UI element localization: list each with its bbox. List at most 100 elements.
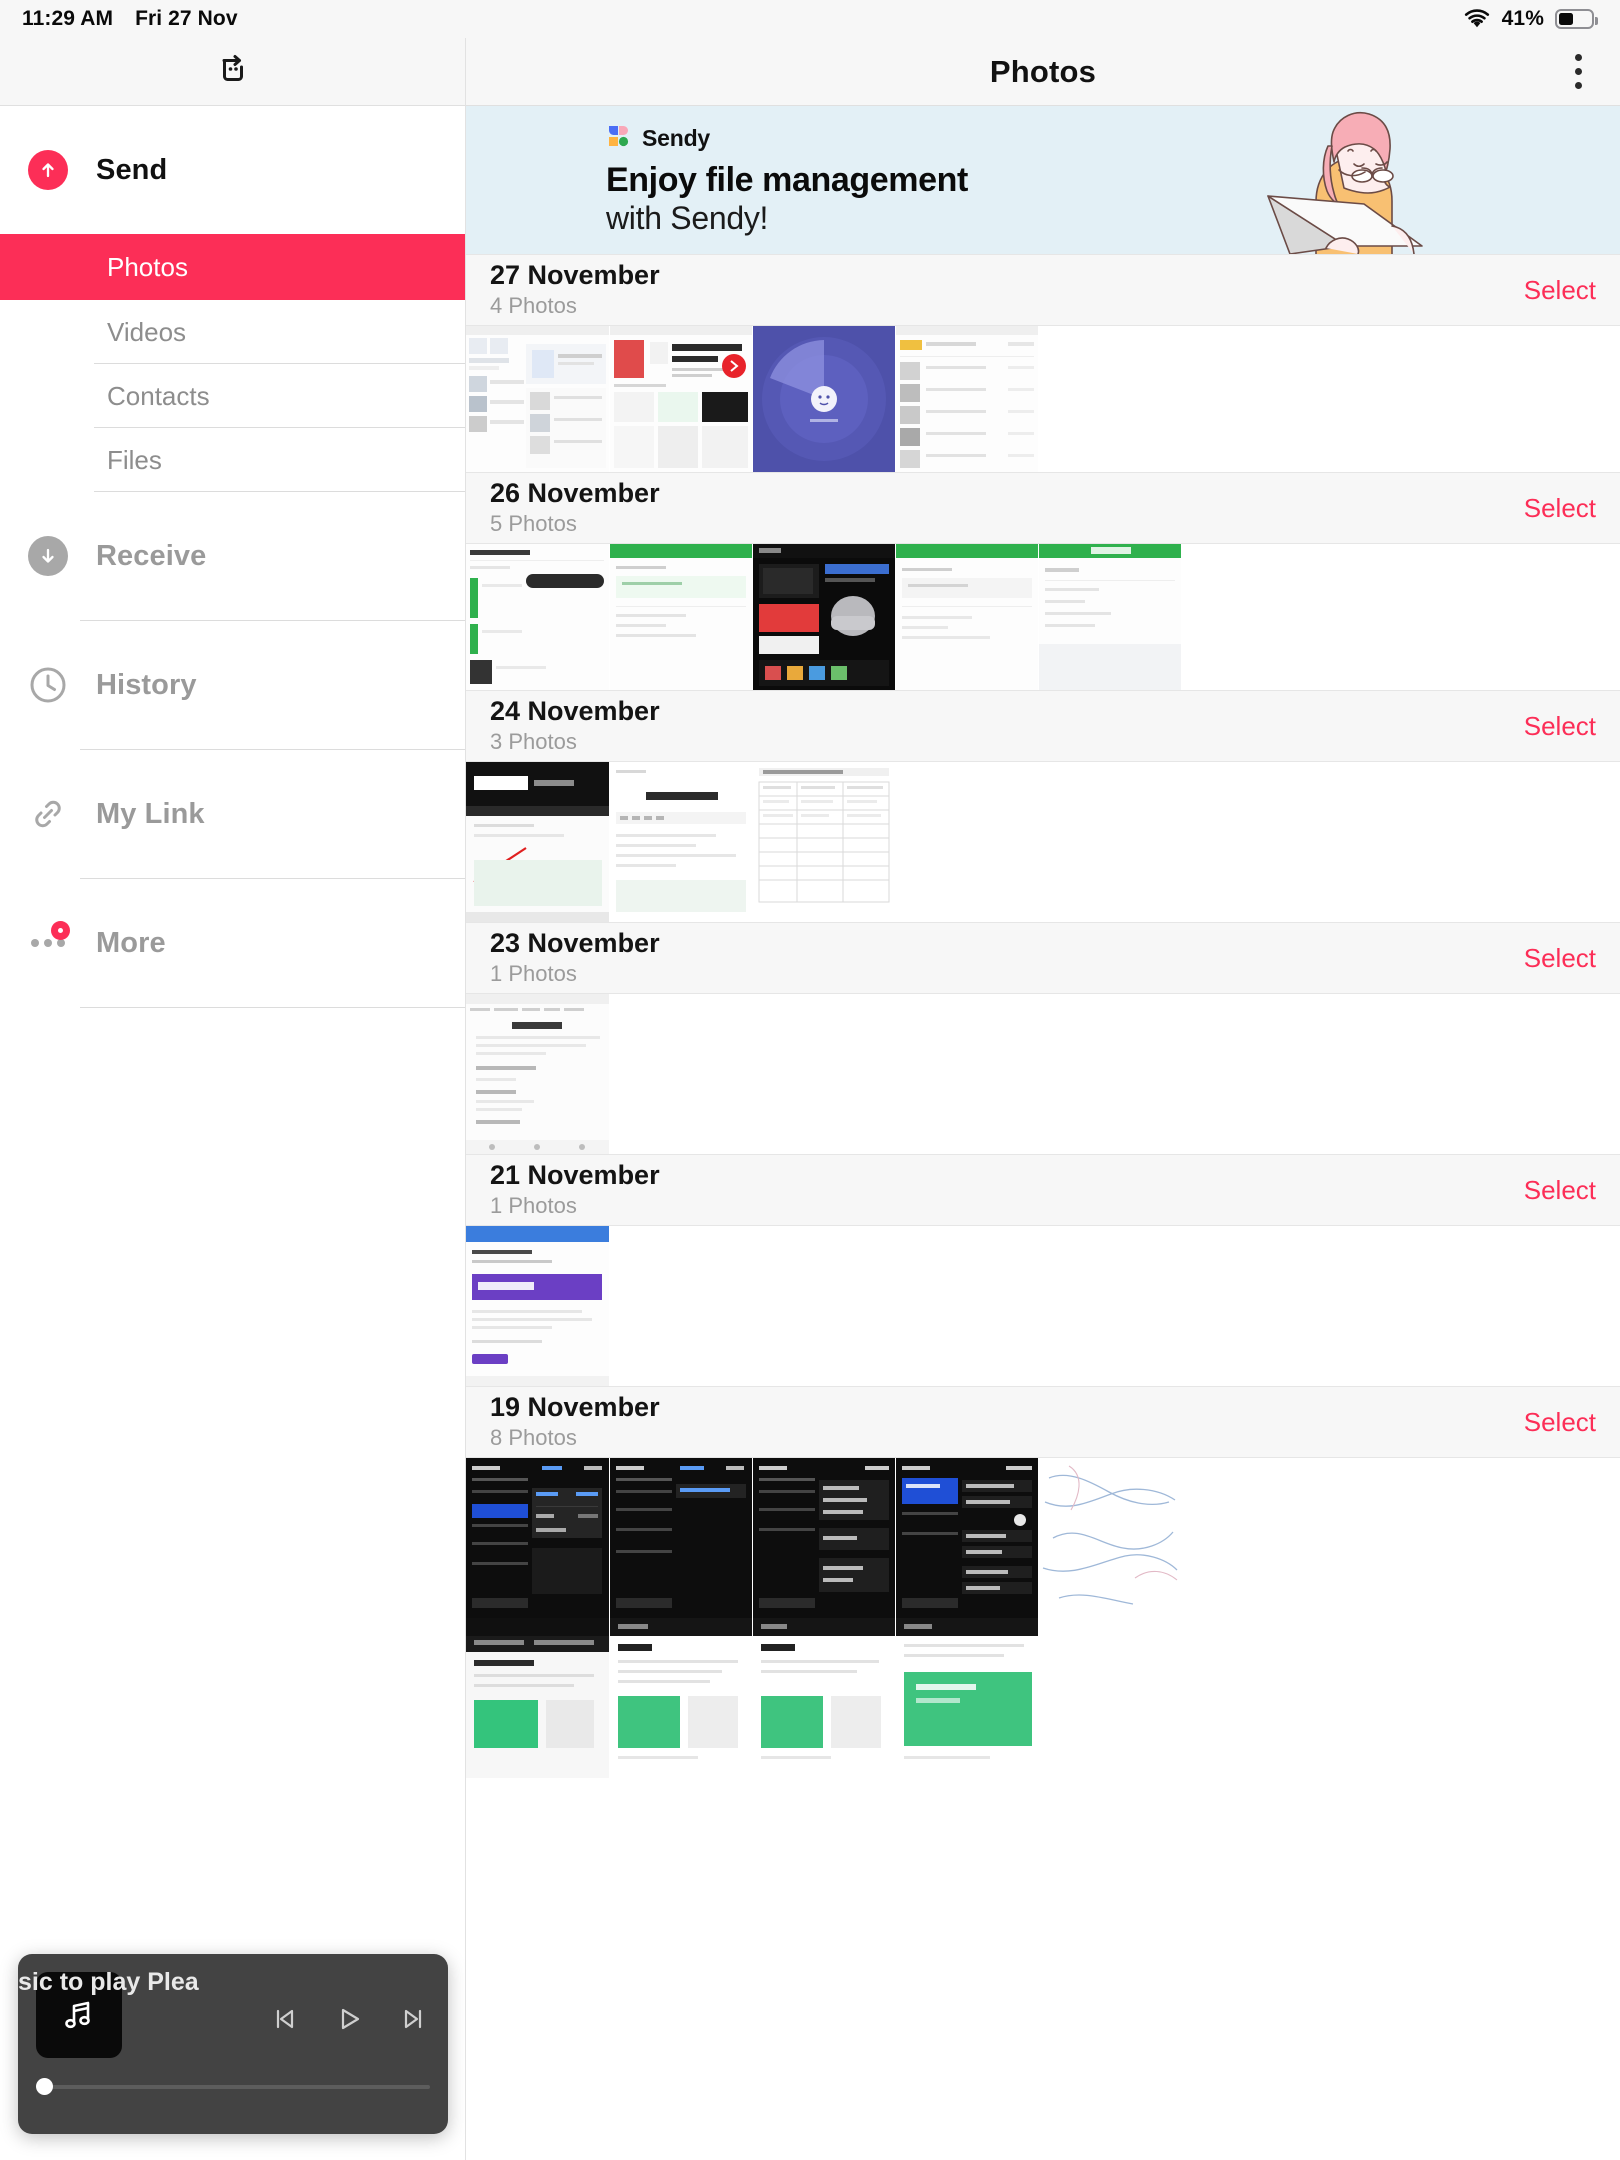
- sidebar-subitem-label: Files: [107, 444, 162, 475]
- sidebar-item-files[interactable]: Files: [0, 428, 465, 492]
- section-date: 21 November: [490, 1159, 660, 1190]
- divider: [80, 1007, 465, 1008]
- skip-previous-icon[interactable]: [268, 2002, 302, 2036]
- music-transport-controls: [268, 2002, 430, 2036]
- photo-thumbnail[interactable]: [609, 544, 752, 690]
- banner-brand-name: Sendy: [642, 124, 711, 151]
- date-section-header: 19 November 8 Photos Select: [466, 1386, 1620, 1458]
- sidebar-item-send[interactable]: Send: [0, 106, 465, 234]
- seek-thumb[interactable]: [36, 2078, 53, 2095]
- photo-thumbnail[interactable]: [752, 762, 895, 922]
- right-app-toolbar: Photos: [465, 38, 1620, 106]
- select-button[interactable]: Select: [1524, 275, 1596, 306]
- wifi-icon: [1463, 9, 1491, 29]
- sidebar-subitem-label: Videos: [107, 316, 187, 347]
- select-button[interactable]: Select: [1524, 493, 1596, 524]
- section-photo-count: 5 Photos: [490, 510, 577, 536]
- sidebar-item-label: Receive: [96, 539, 207, 572]
- photo-thumbnail[interactable]: [1038, 1458, 1181, 1618]
- battery-percent: 41%: [1501, 7, 1544, 30]
- sidebar-item-contacts[interactable]: Contacts: [0, 364, 465, 428]
- date-section-header: 24 November 3 Photos Select: [466, 690, 1620, 762]
- sidebar: Send Photos Videos Contacts Files Receiv…: [0, 106, 465, 2160]
- sidebar-item-my-link[interactable]: My Link: [0, 750, 465, 878]
- photo-thumbnail[interactable]: [752, 1458, 895, 1618]
- music-track-title: sic to play Plea: [18, 1968, 199, 1996]
- section-date: 27 November: [490, 259, 660, 290]
- section-photo-count: 1 Photos: [490, 960, 577, 986]
- tablet-screen: 11:29 AM Fri 27 Nov 41% Photos Send Phot…: [0, 0, 1620, 2160]
- photos-panel: Sendy Enjoy file management with Sendy!: [465, 106, 1620, 2160]
- sidebar-item-receive[interactable]: Receive: [0, 492, 465, 620]
- kebab-menu-icon[interactable]: [1575, 54, 1582, 89]
- date-section-header: 26 November 5 Photos Select: [466, 472, 1620, 544]
- download-arrow-icon: [28, 536, 68, 576]
- select-button[interactable]: Select: [1524, 1175, 1596, 1206]
- date-section-header: 21 November 1 Photos Select: [466, 1154, 1620, 1226]
- photo-thumbnail[interactable]: [752, 326, 895, 472]
- play-icon[interactable]: [332, 2002, 366, 2036]
- photo-thumbnail[interactable]: [609, 326, 752, 472]
- photo-thumbnail[interactable]: [609, 762, 752, 922]
- sidebar-subitem-label: Contacts: [107, 380, 210, 411]
- status-date: Fri 27 Nov: [135, 7, 238, 30]
- sidebar-item-label: History: [96, 668, 197, 701]
- select-button[interactable]: Select: [1524, 711, 1596, 742]
- photo-thumbnail[interactable]: [609, 1618, 752, 1778]
- photo-thumbnail[interactable]: [895, 326, 1038, 472]
- photo-thumbnail[interactable]: [609, 1458, 752, 1618]
- photo-thumbnail[interactable]: [895, 1458, 1038, 1618]
- clock-icon: [28, 665, 68, 705]
- woman-with-laptop-illustration: [1140, 106, 1560, 254]
- sidebar-item-more[interactable]: More: [0, 879, 465, 1007]
- battery-icon: [1555, 9, 1598, 29]
- section-photo-count: 4 Photos: [490, 292, 577, 318]
- photo-thumbnail[interactable]: [752, 1618, 895, 1778]
- notification-badge: [51, 921, 70, 940]
- sidebar-subitem-label: Photos: [107, 251, 188, 282]
- section-date: 19 November: [490, 1391, 660, 1422]
- skip-next-icon[interactable]: [396, 2002, 430, 2036]
- photo-thumbnail-row: [466, 1618, 1620, 1778]
- date-section-header: 27 November 4 Photos Select: [466, 254, 1620, 326]
- sendy-promo-banner[interactable]: Sendy Enjoy file management with Sendy!: [466, 106, 1620, 254]
- sidebar-item-videos[interactable]: Videos: [0, 300, 465, 364]
- status-time: 11:29 AM: [22, 7, 114, 30]
- sidebar-send-subitems: Photos Videos Contacts Files: [0, 234, 465, 492]
- date-section-header: 23 November 1 Photos Select: [466, 922, 1620, 994]
- music-player-widget[interactable]: sic to play Plea: [18, 1954, 448, 2134]
- photo-thumbnail[interactable]: [466, 1618, 609, 1778]
- section-photo-count: 3 Photos: [490, 728, 577, 754]
- photo-thumbnail[interactable]: [752, 544, 895, 690]
- select-button[interactable]: Select: [1524, 1407, 1596, 1438]
- photo-thumbnail-row: [466, 1226, 1620, 1386]
- photo-thumbnail[interactable]: [1038, 544, 1181, 690]
- photo-thumbnail[interactable]: [895, 1618, 1038, 1778]
- section-date: 26 November: [490, 477, 660, 508]
- photo-thumbnail-row: [466, 762, 1620, 922]
- photo-thumbnail[interactable]: [466, 1226, 609, 1386]
- photo-thumbnail[interactable]: [466, 544, 609, 690]
- select-button[interactable]: Select: [1524, 943, 1596, 974]
- photo-thumbnail[interactable]: [466, 326, 609, 472]
- screen-mirroring-icon[interactable]: [211, 47, 255, 96]
- banner-headline: Enjoy file management: [606, 160, 968, 199]
- sidebar-item-label: My Link: [96, 797, 205, 830]
- upload-arrow-icon: [28, 150, 68, 190]
- banner-subline: with Sendy!: [606, 199, 769, 236]
- left-app-toolbar: [0, 38, 465, 106]
- link-icon: [28, 794, 68, 834]
- photo-thumbnail[interactable]: [466, 1458, 609, 1618]
- status-bar: 11:29 AM Fri 27 Nov 41%: [0, 0, 1620, 38]
- photo-thumbnail[interactable]: [466, 994, 609, 1154]
- divider: [94, 491, 465, 492]
- sidebar-item-photos[interactable]: Photos: [0, 234, 465, 300]
- photo-thumbnail-row: [466, 994, 1620, 1154]
- section-date: 23 November: [490, 927, 660, 958]
- section-photo-count: 1 Photos: [490, 1192, 577, 1218]
- music-seek-slider[interactable]: [36, 2078, 430, 2095]
- sidebar-item-history[interactable]: History: [0, 621, 465, 749]
- photo-thumbnail[interactable]: [466, 762, 609, 922]
- photo-thumbnail[interactable]: [895, 544, 1038, 690]
- sidebar-item-label: More: [96, 926, 166, 959]
